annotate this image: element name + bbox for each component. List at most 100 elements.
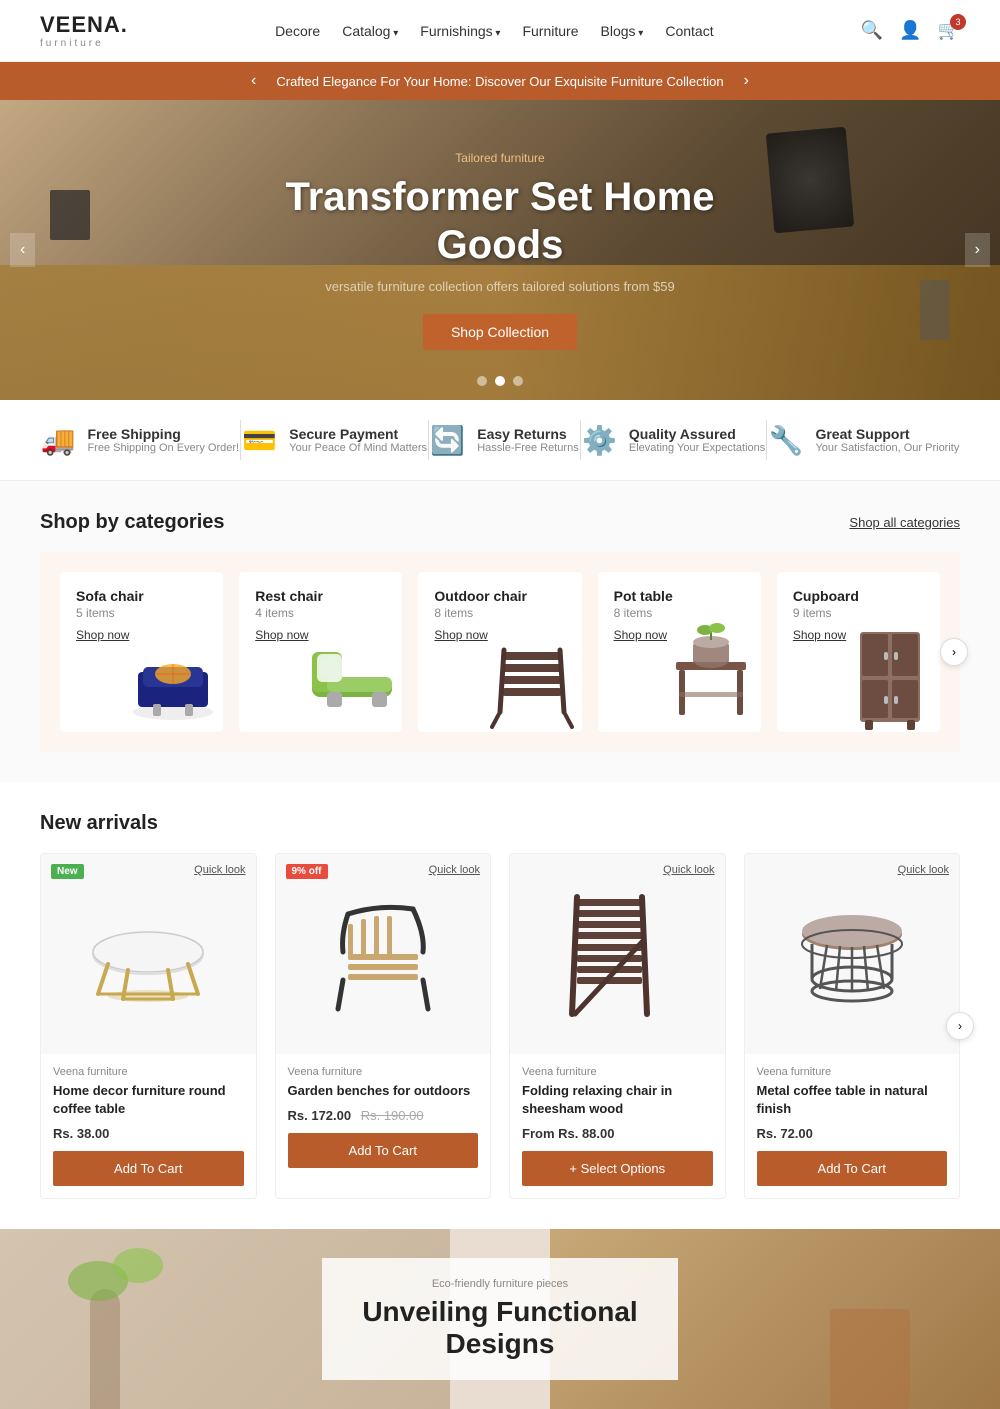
dot-3[interactable] [513,376,523,386]
logo: VEENA. furniture [40,12,128,49]
nav-furnishings[interactable]: Furnishings [420,23,500,39]
feature-shipping: 🚚 Free Shipping Free Shipping On Every O… [41,424,240,457]
product-image-2: 9% off Quick look [276,854,491,1054]
arrivals-header: New arrivals [40,812,960,835]
shop-collection-button[interactable]: Shop Collection [423,314,577,350]
new-arrivals-section: New arrivals New Quick look [0,782,1000,1229]
account-button[interactable]: 👤 [899,20,921,41]
header: VEENA. furniture Decore Catalog Furnishi… [0,0,1000,62]
cat-rest-name: Rest chair [255,588,386,604]
banner-title: Unveiling FunctionalDesigns [362,1296,637,1360]
feature-returns: 🔄 Easy Returns Hassle-Free Returns [430,424,578,457]
arrivals-title: New arrivals [40,812,158,835]
cat-outdoor-count: 8 items [434,606,565,620]
announcement-bar: ‹ Crafted Elegance For Your Home: Discov… [0,62,1000,100]
announcement-prev[interactable]: ‹ [251,72,256,90]
product-image-4: Quick look [745,854,960,1054]
quick-look-4[interactable]: Quick look [898,864,949,876]
banner-content: Eco-friendly furniture pieces Unveiling … [322,1258,677,1380]
hero-section: ‹ Tailored furniture Transformer Set Hom… [0,100,1000,400]
search-button[interactable]: 🔍 [861,20,883,41]
product-price-1: Rs. 38.00 [53,1126,244,1141]
product-brand-3: Veena furniture [522,1066,713,1078]
hero-next[interactable]: › [965,233,990,267]
nav-contact[interactable]: Contact [665,23,713,39]
product-image-1: New Quick look [41,854,256,1054]
feature-shipping-subtitle: Free Shipping On Every Order! [87,442,239,454]
nav-blogs[interactable]: Blogs [601,23,644,39]
feature-quality-title: Quality Assured [629,426,765,442]
cart-button[interactable]: 🛒 3 [938,20,960,41]
divider-1 [240,420,241,460]
dot-1[interactable] [477,376,487,386]
nav-decore[interactable]: Decore [275,23,320,39]
categories-title: Shop by categories [40,511,225,534]
nav-furniture[interactable]: Furniture [522,23,578,39]
arrivals-next-button[interactable]: › [946,1012,974,1040]
product-card-1: New Quick look [40,853,257,1199]
product-svg-2 [313,874,453,1034]
support-icon: 🔧 [769,424,804,457]
product-card-2: 9% off Quick look [275,853,492,1199]
feature-returns-subtitle: Hassle-Free Returns [477,442,578,454]
bottom-banner: Eco-friendly furniture pieces Unveiling … [0,1229,1000,1409]
feature-payment-subtitle: Your Peace Of Mind Matters [289,442,427,454]
quick-look-2[interactable]: Quick look [429,864,480,876]
divider-3 [580,420,581,460]
category-cupboard: Cupboard 9 items Shop now [777,572,940,732]
hero-subtitle: Tailored furniture [285,151,714,165]
categories-section: Shop by categories Shop all categories S… [0,481,1000,782]
feature-quality: ⚙️ Quality Assured Elevating Your Expect… [582,424,765,457]
announcement-next[interactable]: › [744,72,749,90]
dot-2[interactable] [495,376,505,386]
product-image-3: Quick look [510,854,725,1054]
logo-name: VEENA. [40,12,128,38]
banner-eyebrow: Eco-friendly furniture pieces [362,1278,637,1290]
cat-pot-count: 8 items [614,606,745,620]
payment-icon: 💳 [242,424,277,457]
hero-prev[interactable]: ‹ [10,233,35,267]
product-svg-4 [782,879,922,1029]
shop-all-categories-link[interactable]: Shop all categories [849,515,960,530]
product-svg-3 [547,874,687,1034]
add-to-cart-2[interactable]: Add To Cart [288,1133,479,1168]
product-card-4: Quick look [744,853,961,1199]
select-options-3[interactable]: + Select Options [522,1151,713,1186]
product-brand-4: Veena furniture [757,1066,948,1078]
arrivals-grid: New Quick look [40,853,960,1199]
product-brand-2: Veena furniture [288,1066,479,1078]
feature-returns-title: Easy Returns [477,426,578,442]
cat-cupboard-count: 9 items [793,606,924,620]
arrivals-wrapper: New Quick look [40,853,960,1199]
categories-header: Shop by categories Shop all categories [40,511,960,534]
categories-next-button[interactable]: › [940,638,968,666]
cat-pot-name: Pot table [614,588,745,604]
cat-outdoor-name: Outdoor chair [434,588,565,604]
quick-look-3[interactable]: Quick look [663,864,714,876]
feature-payment-title: Secure Payment [289,426,427,442]
product-price-2: Rs. 172.00 Rs. 190.00 [288,1108,479,1123]
nav-catalog[interactable]: Catalog [342,23,398,39]
cat-cupboard-name: Cupboard [793,588,924,604]
header-icons: 🔍 👤 🛒 3 [861,20,960,41]
product-brand-1: Veena furniture [53,1066,244,1078]
add-to-cart-4[interactable]: Add To Cart [757,1151,948,1186]
cat-outdoor-image [482,622,582,732]
product-price-4: Rs. 72.00 [757,1126,948,1141]
feature-support-subtitle: Your Satisfaction, Our Priority [815,442,959,454]
product-badge-1: New [51,864,84,879]
cat-sofa-image [123,622,223,732]
product-name-4: Metal coffee table in natural finish [757,1082,948,1118]
divider-2 [428,420,429,460]
hero-content: Tailored furniture Transformer Set HomeG… [285,151,714,350]
product-info-3: Veena furniture Folding relaxing chair i… [510,1054,725,1198]
add-to-cart-1[interactable]: Add To Cart [53,1151,244,1186]
features-bar: 🚚 Free Shipping Free Shipping On Every O… [0,400,1000,481]
product-price-3: From Rs. 88.00 [522,1126,713,1141]
product-info-4: Veena furniture Metal coffee table in na… [745,1054,960,1198]
cat-cupboard-image [840,622,940,732]
hero-dots [477,376,523,386]
quick-look-1[interactable]: Quick look [194,864,245,876]
feature-support-title: Great Support [815,426,959,442]
feature-payment: 💳 Secure Payment Your Peace Of Mind Matt… [242,424,427,457]
